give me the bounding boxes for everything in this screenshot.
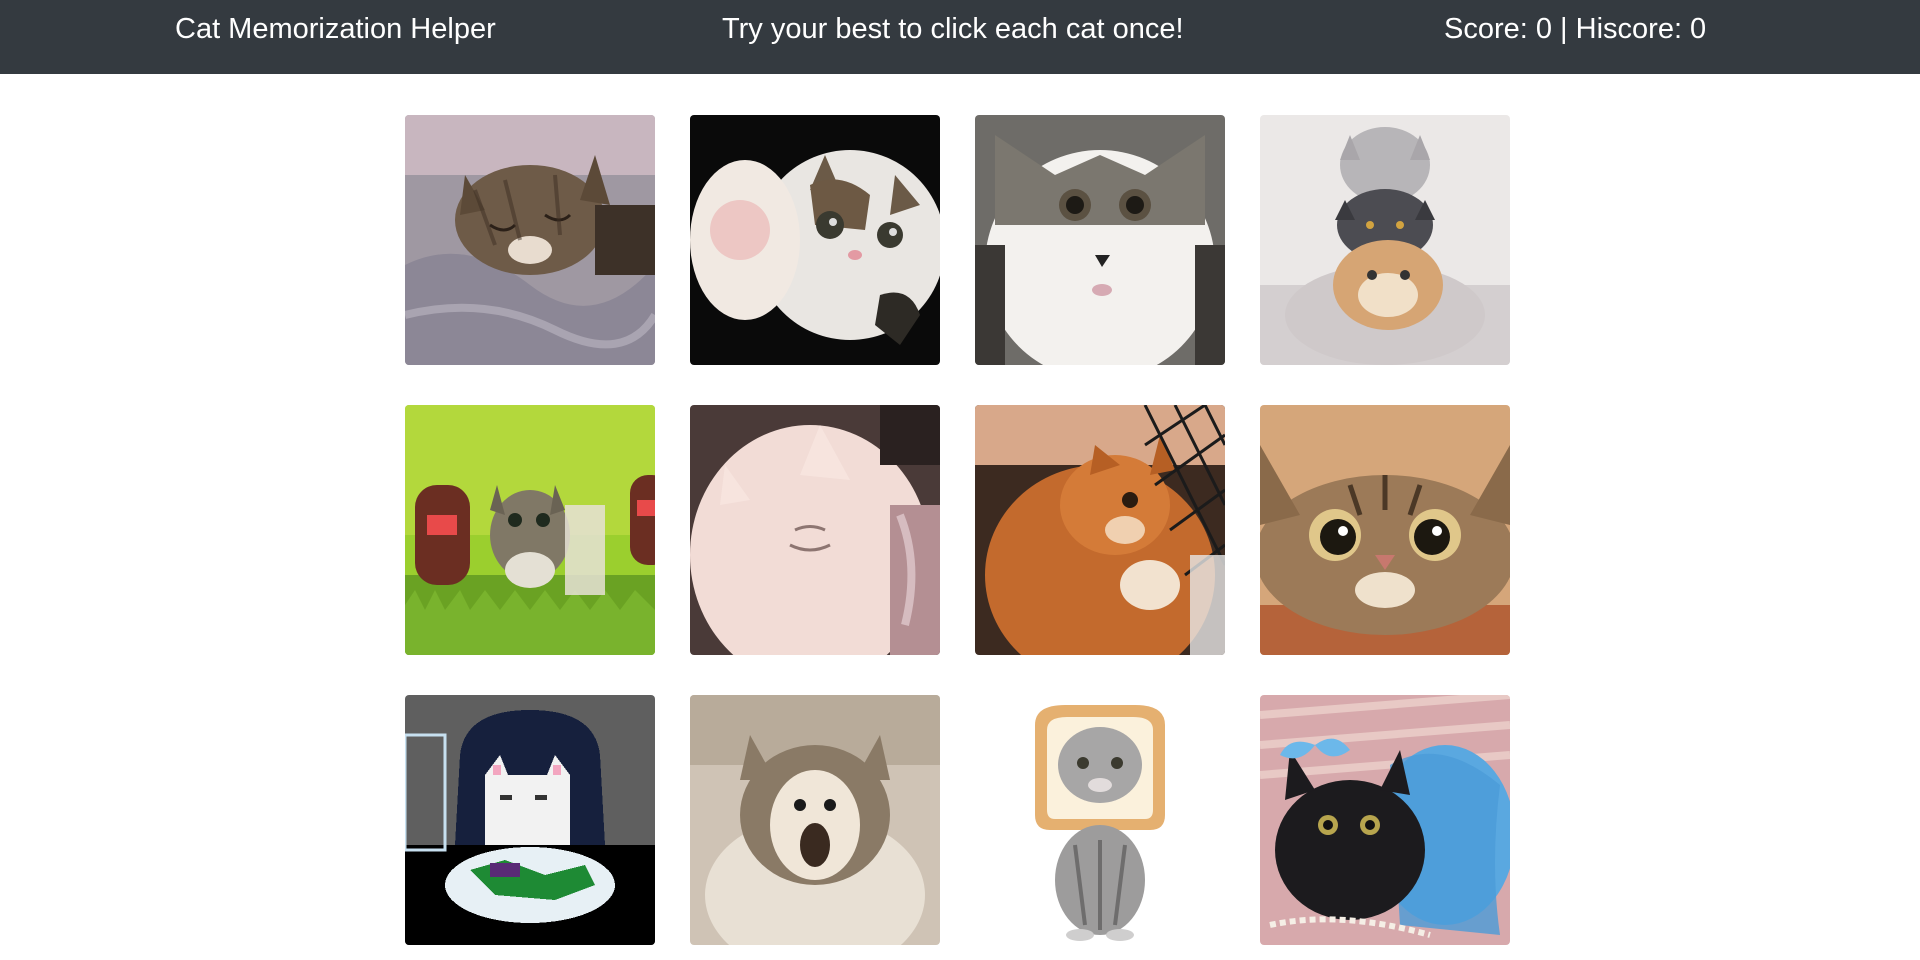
cat-card-white-gray-cat[interactable] bbox=[975, 115, 1225, 365]
score-display: Score: 0 | Hiscore: 0 bbox=[1444, 13, 1707, 45]
cat-image bbox=[975, 695, 1225, 945]
cat-image bbox=[1260, 695, 1510, 945]
cat-card-bread-head[interactable] bbox=[975, 695, 1225, 945]
cat-card-calico-kitten[interactable] bbox=[690, 115, 940, 365]
cat-image bbox=[1260, 405, 1510, 655]
cat-card-running-kitten[interactable] bbox=[405, 405, 655, 655]
cat-card-fluffy-white[interactable] bbox=[690, 405, 940, 655]
cat-card-orange-cat-net[interactable] bbox=[975, 405, 1225, 655]
cat-image bbox=[975, 115, 1225, 365]
cat-card-stacked-cats[interactable] bbox=[1260, 115, 1510, 365]
cat-card-sleeping-tabby[interactable] bbox=[405, 115, 655, 365]
cat-image bbox=[405, 695, 655, 945]
app-title[interactable]: Cat Memorization Helper bbox=[175, 12, 496, 46]
navbar: Cat Memorization Helper Try your best to… bbox=[0, 0, 1920, 74]
cat-image bbox=[1260, 115, 1510, 365]
cat-card-black-cat-tutu[interactable] bbox=[1260, 695, 1510, 945]
cat-image bbox=[405, 115, 655, 365]
cat-image bbox=[690, 115, 940, 365]
cat-image bbox=[975, 405, 1225, 655]
cat-card-pixel-table-cat[interactable] bbox=[405, 695, 655, 945]
cat-card-wide-eyed-tabby[interactable] bbox=[1260, 405, 1510, 655]
cat-image bbox=[690, 405, 940, 655]
cat-image bbox=[405, 405, 655, 655]
cat-image bbox=[690, 695, 940, 945]
instructions-text: Try your best to click each cat once! bbox=[722, 13, 1184, 45]
cat-card-popcat[interactable] bbox=[690, 695, 940, 945]
